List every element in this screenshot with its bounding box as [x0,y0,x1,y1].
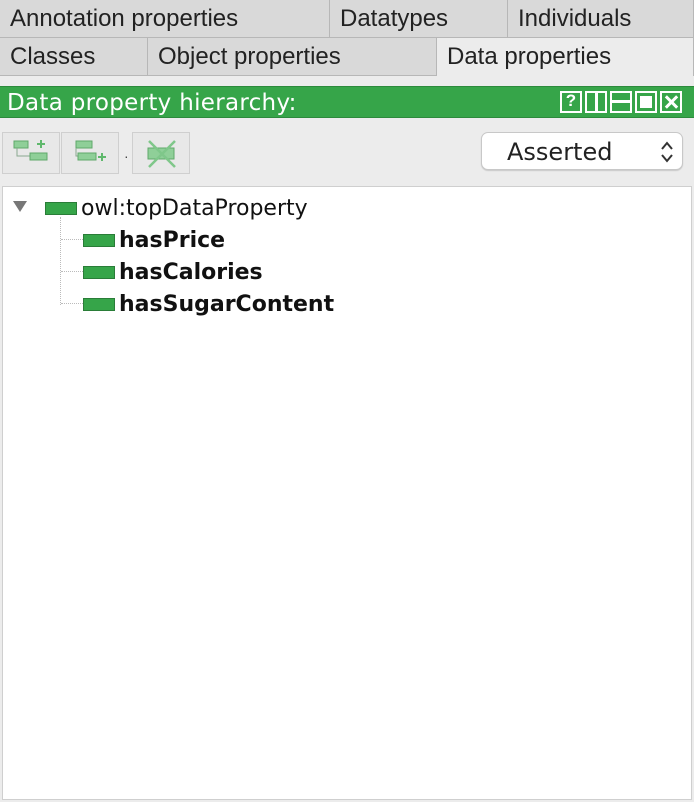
data-property-icon [83,233,115,247]
tab-object-properties[interactable]: Object properties [148,38,437,76]
data-property-icon [45,201,77,215]
tab-classes[interactable]: Classes [0,38,148,76]
tab-individuals[interactable]: Individuals [508,0,694,38]
view-title: Data property hierarchy: [7,90,297,116]
add-sibling-property-icon [75,140,106,161]
tree-connector [61,271,83,272]
data-property-icon [83,265,115,279]
add-sub-property-button[interactable] [2,132,60,174]
hierarchy-mode-select[interactable]: Asserted [481,132,683,170]
view-header-buttons: ? [560,91,682,113]
toolbar: · Asserted [0,118,694,186]
property-tree[interactable]: owl:topDataProperty hasPrice hasCalories… [2,186,692,800]
tree-guide-line [60,217,61,305]
tree-connector [61,303,83,304]
delete-property-button[interactable] [132,132,190,174]
tab-row-top: Annotation properties Datatypes Individu… [0,0,694,38]
updown-chevron-icon [661,141,673,163]
maximize-icon[interactable] [635,91,657,113]
tree-node-label: hasSugarContent [119,291,335,317]
hierarchy-mode-value: Asserted [507,138,613,166]
tab-datatypes[interactable]: Datatypes [330,0,508,38]
tree-node-label: owl:topDataProperty [81,195,308,221]
close-icon[interactable] [660,91,682,113]
tab-annotation-properties[interactable]: Annotation properties [0,0,330,38]
tree-node-hasprice[interactable]: hasPrice [83,225,225,255]
tree-connector [61,239,83,240]
tree-node-label: hasCalories [119,259,263,285]
tree-node-hascalories[interactable]: hasCalories [83,257,263,287]
split-vertical-icon[interactable] [585,91,607,113]
tree-node-label: hasPrice [119,227,226,253]
add-sub-property-icon [13,140,48,161]
tab-data-properties[interactable]: Data properties [437,38,694,76]
delete-property-icon [147,140,176,168]
expand-triangle-icon[interactable] [13,201,27,212]
help-icon[interactable]: ? [560,91,582,113]
data-property-icon [83,297,115,311]
tree-node-root[interactable]: owl:topDataProperty [45,193,325,223]
split-horizontal-icon[interactable] [610,91,632,113]
view-header: Data property hierarchy: ? [0,86,694,118]
add-sibling-property-button[interactable] [61,132,119,174]
tab-row-bottom: Classes Object properties Data propertie… [0,38,694,76]
toolbar-separator: · [124,148,129,164]
tree-node-hassugarcontent[interactable]: hasSugarContent [83,289,334,319]
